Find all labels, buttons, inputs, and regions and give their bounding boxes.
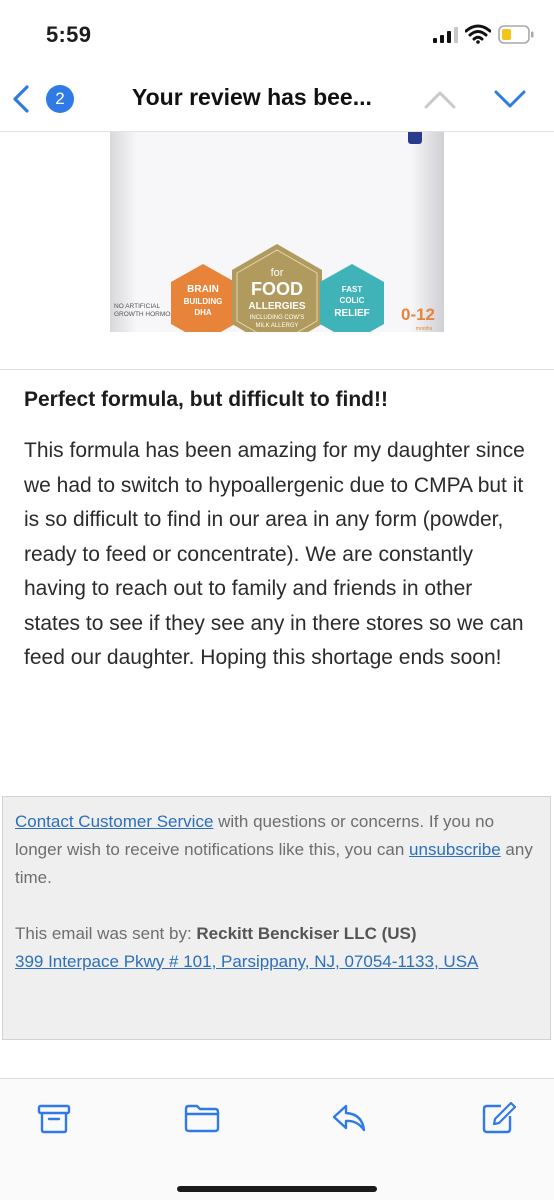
side-note-line1: NO ARTIFICIAL [114,303,160,310]
footer-spacer [15,892,538,920]
status-time: 5:59 [46,22,92,47]
unread-count-badge: 2 [46,85,74,113]
sent-by-label: This email was sent by: [15,924,197,943]
home-indicator [177,1186,377,1192]
unsubscribe-link[interactable]: unsubscribe [409,840,501,859]
status-bar: 5:59 [0,0,554,66]
chevron-left-icon [13,85,29,113]
back-button[interactable]: 2 [10,81,80,117]
cellular-signal-icon [433,27,458,43]
page-title: Your review has bee... [132,84,372,110]
divider [0,369,554,370]
company-name: Reckitt Benckiser LLC (US) [196,924,417,943]
reply-icon[interactable] [331,1101,367,1135]
footer-sender: This email was sent by: Reckitt Benckise… [15,920,538,948]
email-footer: Contact Customer Service with questions … [2,796,551,1040]
contact-customer-service-link[interactable]: Contact Customer Service [15,812,213,831]
badge-left-line3: DHA [194,308,212,317]
battery-icon [498,25,534,44]
nav-bar: 2 Your review has bee... [0,66,554,132]
badge-right-line1: FAST [342,285,363,294]
badge-left-line2: BUILDING [184,297,223,306]
badge-right-line3: RELIEF [334,308,370,319]
footer-notice: Contact Customer Service with questions … [15,808,538,892]
chevron-down-icon[interactable] [493,86,527,112]
age-range: 0-12 [401,305,435,324]
review-body: This formula has been amazing for my dau… [24,439,525,669]
bottom-toolbar [0,1078,554,1200]
company-address-link[interactable]: 399 Interpace Pkwy # 101, Parsippany, NJ… [15,952,478,971]
product-image: NO ARTIFICIAL GROWTH HORMONES BRAIN BUIL… [0,132,554,332]
age-unit: months [416,326,433,332]
badge-center-allergies: ALLERGIES [248,301,306,312]
badge-left-line1: BRAIN [187,284,219,295]
badge-center-food: FOOD [251,279,303,299]
wifi-icon [465,24,491,44]
archive-icon[interactable] [36,1101,72,1135]
formula-can-image: NO ARTIFICIAL GROWTH HORMONES BRAIN BUIL… [110,132,444,332]
badge-center-small1: INCLUDING COW'S [250,315,304,321]
folder-icon[interactable] [184,1101,220,1135]
badge-center-for: for [271,267,284,279]
badge-right-line2: COLIC [340,296,365,305]
badge-center-small2: MILK ALLERGY [255,323,298,329]
review-title: Perfect formula, but difficult to find!! [24,388,388,411]
compose-icon[interactable] [481,1101,517,1135]
chevron-up-icon[interactable] [423,86,457,112]
